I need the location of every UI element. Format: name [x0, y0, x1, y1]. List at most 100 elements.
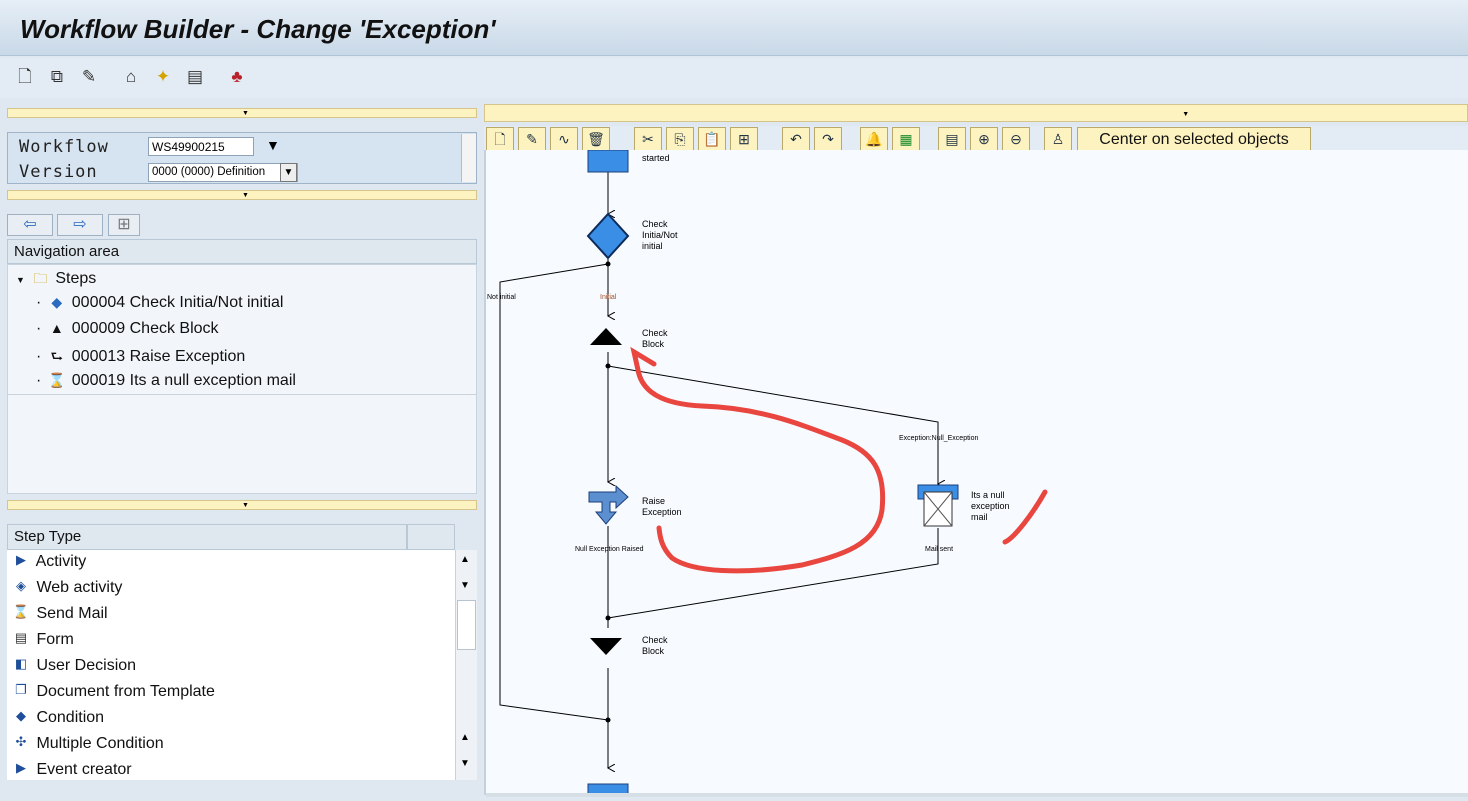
navigation-area-header: Navigation area — [7, 239, 477, 264]
list-icon[interactable]: ▤ — [938, 127, 966, 151]
block-end-icon[interactable] — [590, 638, 622, 655]
form-icon: ▤ — [14, 630, 28, 645]
list-item[interactable]: ✣ Multiple Condition — [10, 734, 164, 754]
block-start-icon[interactable] — [590, 328, 622, 345]
user-decision-icon: ◧ — [14, 656, 28, 671]
tree-item[interactable]: · ◆ 000004 Check Initia/Not initial — [36, 294, 283, 312]
other-object-icon[interactable]: ⧉ — [46, 66, 68, 88]
main-toolbar: 🗋 ⧉ ✎ ⌂ ✦ ▤ ♣ — [0, 58, 1468, 98]
workflow-canvas[interactable]: started Check Initia/Not initial Not initi… — [484, 149, 1468, 801]
mail-step-icon[interactable] — [917, 484, 959, 527]
workflow-label: Workflow — [19, 137, 109, 157]
workflow-field[interactable]: WS49900215 — [148, 137, 254, 156]
column-header — [407, 524, 455, 550]
raise-label: Raise Exception — [642, 496, 682, 517]
cut-icon[interactable]: ✂ — [634, 127, 662, 151]
screen-icon[interactable]: ▤ — [184, 66, 206, 88]
copy-icon[interactable]: ⎘ — [666, 127, 694, 151]
condition-label: Check Initia/Not initial — [642, 219, 678, 251]
list-item-label: Send Mail — [36, 605, 108, 623]
edit-icon[interactable]: ✎ — [518, 127, 546, 151]
activate-icon[interactable]: ✦ — [152, 66, 174, 88]
check-icon[interactable]: ✎ — [78, 66, 100, 88]
header-scrollbar[interactable] — [461, 134, 476, 182]
splitter-bar[interactable]: ▼ — [7, 500, 477, 510]
web-activity-icon: ◈ — [16, 578, 26, 593]
raise-exception-icon: ⮑ — [50, 348, 64, 364]
list-item-label: Multiple Condition — [36, 735, 164, 753]
list-item[interactable]: ▶ Event creator — [10, 760, 132, 780]
tree-item-label: 000004 Check Initia/Not initial — [71, 294, 284, 311]
overview-button[interactable]: ⊞ — [108, 214, 140, 236]
version-select[interactable]: 0000 (0000) Definition — [148, 163, 298, 182]
new-icon[interactable]: 🗋 — [486, 127, 514, 151]
chevron-down-icon[interactable]: ▼ — [280, 163, 297, 182]
list-item-label: User Decision — [36, 657, 137, 675]
workflow-diagram: started Check Initia/Not initial Not initi… — [487, 149, 1048, 801]
list-item-label: Condition — [36, 709, 105, 727]
rename-icon[interactable]: ∿ — [550, 127, 578, 151]
forward-button[interactable]: ⇨ — [57, 214, 103, 236]
outcome-raised: Null Exception Raised — [575, 546, 644, 553]
graph-toolbar: 🗋 ✎ ∿ 🗑 ✂ ⎘ 📋 ⊞ ↶ ↷ 🔔 ▦ ▤ ⊕ ⊖ ♙ — [484, 126, 1468, 151]
redo-icon[interactable]: ↷ — [814, 127, 842, 151]
block-end-label: Check Block — [642, 635, 668, 656]
paste-icon[interactable]: 📋 — [698, 127, 726, 151]
outcome-not-initial: Not initial — [487, 294, 516, 301]
navigation-tree: ▼ 🗀 Steps · ◆ 000004 Check Initia/Not init… — [7, 264, 477, 494]
outcome-initial: Initial — [600, 294, 617, 301]
condition-icon[interactable] — [586, 212, 630, 260]
workflow-header: Workflow WS49900215 ▼ Version 0000 (0000… — [7, 132, 477, 184]
list-item-label: Web activity — [36, 579, 123, 597]
new-icon[interactable]: 🗋 — [14, 66, 36, 88]
insert-icon[interactable]: ⊞ — [730, 127, 758, 151]
tree-item[interactable]: · ⮑ 000013 Raise Exception — [36, 346, 245, 370]
center-selected-button[interactable]: Center on selected objects — [1077, 127, 1311, 151]
raise-exception-icon[interactable] — [588, 484, 629, 525]
title-bar: Workflow Builder - Change 'Exception' — [0, 0, 1468, 56]
multiple-condition-icon: ✣ — [15, 734, 27, 749]
tree-item[interactable]: · ⌛ 000019 Its a null exception mail — [36, 372, 296, 390]
list-item[interactable]: ❐ Document from Template — [10, 682, 215, 702]
mail-label: Its a null exception mail — [971, 490, 1010, 522]
send-mail-icon: ⌛ — [12, 604, 30, 619]
hierarchy-icon[interactable]: ⌂ — [120, 66, 142, 88]
event-creator-icon: ▶ — [16, 760, 26, 775]
list-item[interactable]: ◈ Web activity — [10, 578, 122, 598]
zoom-in-icon[interactable]: ⊕ — [970, 127, 998, 151]
bell-icon[interactable]: 🔔 — [860, 127, 888, 151]
help-hat-icon[interactable]: ♣ — [226, 66, 248, 88]
outcome-exception: Exception:Null_Exception — [899, 435, 978, 442]
list-item-label: Activity — [35, 553, 87, 571]
start-event-icon[interactable] — [587, 149, 629, 173]
splitter-bar[interactable]: ▼ — [7, 108, 477, 118]
list-item[interactable]: ▶ Activity — [10, 552, 86, 572]
start-label: started — [642, 153, 670, 163]
layout-icon[interactable]: ▦ — [892, 127, 920, 151]
list-item[interactable]: ⌛ Send Mail — [10, 604, 108, 624]
zoom-out-icon[interactable]: ⊖ — [1002, 127, 1030, 151]
block-label: Check Block — [642, 328, 668, 349]
tree-root[interactable]: ▼ 🗀 Steps — [16, 268, 96, 292]
workflow-dropdown-icon[interactable]: ▼ — [266, 137, 280, 153]
tree-item[interactable]: · ▲ 000009 Check Block — [36, 320, 219, 338]
canvas-scrollbar[interactable] — [486, 793, 1468, 797]
delete-icon[interactable]: 🗑 — [582, 127, 610, 151]
connectors — [499, 172, 938, 768]
nav-buttons: ⇦ ⇨ ⊞ — [7, 212, 477, 238]
condition-icon: ◆ — [16, 708, 26, 723]
condition-icon: ◆ — [51, 294, 63, 310]
user-icon[interactable]: ♙ — [1044, 127, 1072, 151]
window-title: Workflow Builder - Change 'Exception' — [20, 14, 496, 44]
list-item[interactable]: ◧ User Decision — [10, 656, 136, 676]
step-list-scrollbar[interactable]: ▲ ▼ ▲ ▼ — [455, 550, 477, 780]
back-button[interactable]: ⇦ — [7, 214, 53, 236]
undo-icon[interactable]: ↶ — [782, 127, 810, 151]
list-item[interactable]: ◆ Condition — [10, 708, 104, 728]
step-type-header: Step Type — [7, 524, 407, 550]
splitter-bar[interactable]: ▼ — [7, 190, 477, 200]
list-item-label: Event creator — [36, 761, 132, 779]
list-item[interactable]: ▤ Form — [10, 630, 74, 650]
splitter-bar[interactable]: ▼ — [484, 104, 1468, 122]
folder-icon: 🗀 — [33, 270, 48, 286]
